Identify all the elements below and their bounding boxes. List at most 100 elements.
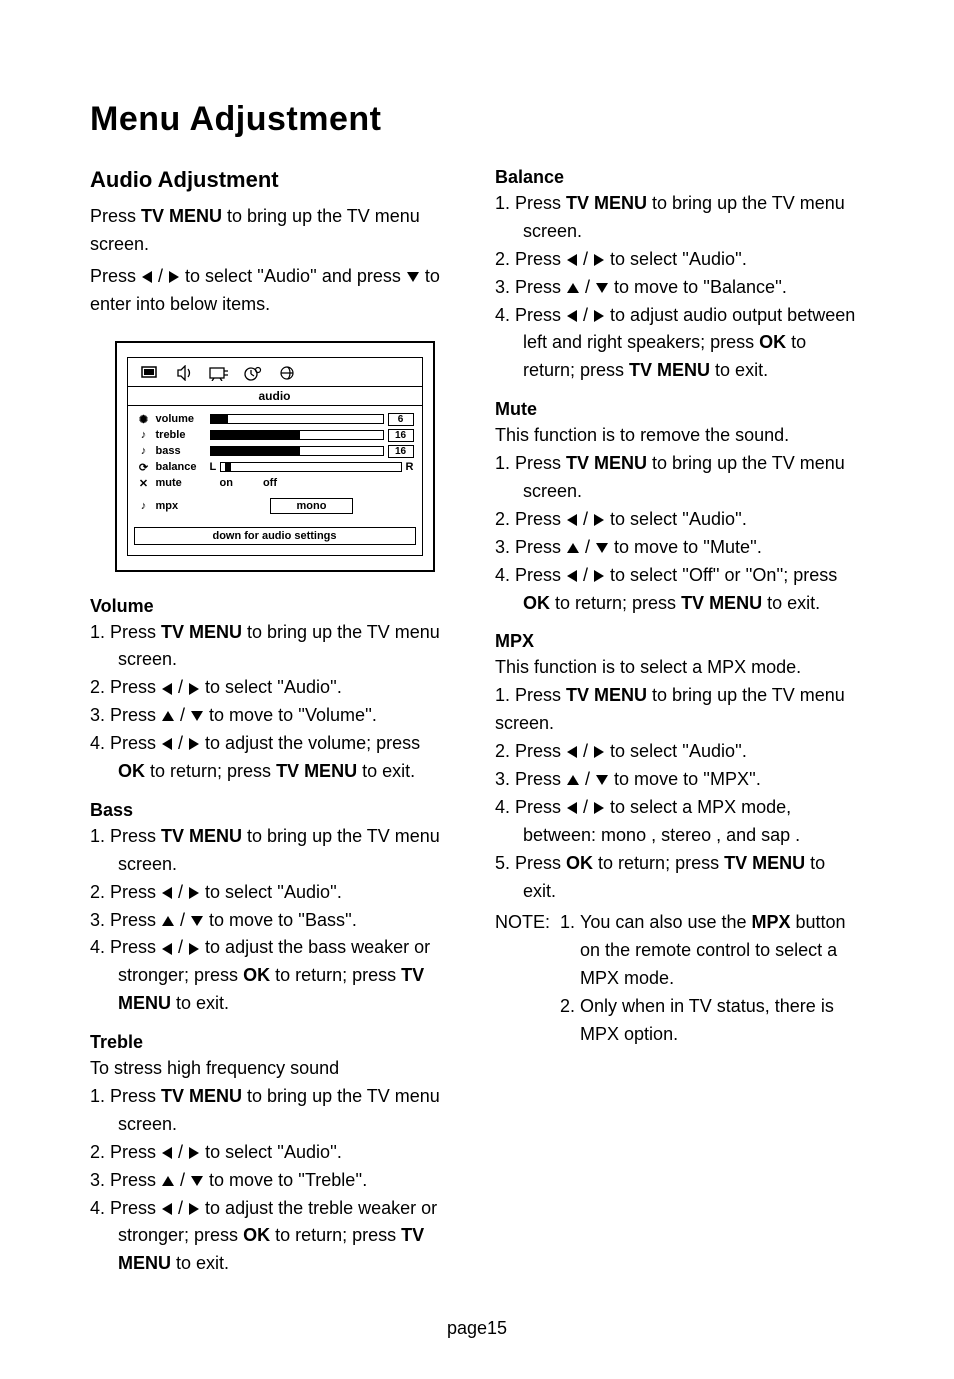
bass-step-1b: screen. bbox=[90, 851, 459, 879]
two-column-layout: Audio Adjustment Press TV MENU to bring … bbox=[90, 167, 864, 1278]
mpx-step-4b: between: mono , stereo , and sap . bbox=[495, 822, 864, 850]
right-arrow-icon bbox=[189, 943, 199, 955]
osd-menu-figure: audio ✺ volume 6 ♪ treble bbox=[115, 341, 435, 572]
osd-row-bass: ♪ bass 16 bbox=[136, 445, 414, 458]
mute-step-3: 3. Press / to move to ''Mute''. bbox=[495, 534, 864, 562]
balance-step-2: 2. Press / to select ''Audio''. bbox=[495, 246, 864, 274]
volume-step-4: 4. Press / to adjust the volume; press bbox=[90, 730, 459, 758]
left-arrow-icon bbox=[142, 271, 152, 283]
right-arrow-icon bbox=[594, 254, 604, 266]
balance-icon: ⟳ bbox=[136, 461, 152, 474]
manual-page: Menu Adjustment Audio Adjustment Press T… bbox=[0, 0, 954, 1379]
balance-step-3: 3. Press / to move to ''Balance''. bbox=[495, 274, 864, 302]
bass-label: bass bbox=[156, 445, 210, 457]
note-2-line-1: Only when in TV status, there is bbox=[580, 993, 864, 1021]
treble-step-4: 4. Press / to adjust the treble weaker o… bbox=[90, 1195, 459, 1223]
volume-step-1b: screen. bbox=[90, 646, 459, 674]
bass-icon: ♪ bbox=[136, 445, 152, 457]
osd-title: audio bbox=[128, 386, 422, 406]
left-arrow-icon bbox=[567, 746, 577, 758]
treble-step-4b: stronger; press OK to return; press TV bbox=[90, 1222, 459, 1250]
left-column: Audio Adjustment Press TV MENU to bring … bbox=[90, 167, 459, 1278]
mute-on: on bbox=[220, 477, 233, 489]
down-arrow-icon bbox=[596, 283, 608, 293]
page-number: page15 bbox=[90, 1318, 864, 1339]
note-label: NOTE: bbox=[495, 909, 560, 937]
balance-step-4c: return; press TV MENU to exit. bbox=[495, 357, 864, 385]
left-arrow-icon bbox=[162, 738, 172, 750]
right-arrow-icon bbox=[594, 514, 604, 526]
balance-label: balance bbox=[156, 461, 210, 473]
right-arrow-icon bbox=[189, 738, 199, 750]
right-column: Balance 1. Press TV MENU to bring up the… bbox=[495, 167, 864, 1278]
right-arrow-icon bbox=[189, 683, 199, 695]
treble-desc: To stress high frequency sound bbox=[90, 1055, 459, 1083]
osd-rows: ✺ volume 6 ♪ treble 1 bbox=[134, 406, 416, 519]
treble-step-4c: MENU to exit. bbox=[90, 1250, 459, 1278]
left-arrow-icon bbox=[567, 802, 577, 814]
up-arrow-icon bbox=[567, 543, 579, 553]
right-arrow-icon bbox=[594, 310, 604, 322]
treble-step-1: 1. Press TV MENU to bring up the TV menu bbox=[90, 1083, 459, 1111]
left-arrow-icon bbox=[567, 570, 577, 582]
balance-step-4: 4. Press / to adjust audio output betwee… bbox=[495, 302, 864, 330]
osd-tab-audio-icon bbox=[174, 364, 196, 382]
up-arrow-icon bbox=[162, 916, 174, 926]
up-arrow-icon bbox=[162, 711, 174, 721]
mpx-step-2: 2. Press / to select ''Audio''. bbox=[495, 738, 864, 766]
bass-bar bbox=[210, 446, 384, 456]
treble-icon: ♪ bbox=[136, 429, 152, 441]
osd-tab-picture-icon bbox=[140, 364, 162, 382]
volume-heading: Volume bbox=[90, 596, 459, 617]
right-arrow-icon bbox=[594, 570, 604, 582]
mpx-step-5b: exit. bbox=[495, 878, 864, 906]
audio-adjustment-heading: Audio Adjustment bbox=[90, 167, 459, 193]
up-arrow-icon bbox=[567, 283, 579, 293]
volume-step-3: 3. Press / to move to ''Volume''. bbox=[90, 702, 459, 730]
right-arrow-icon bbox=[594, 802, 604, 814]
note-1-line-2: on the remote control to select a bbox=[580, 937, 864, 965]
mute-heading: Mute bbox=[495, 399, 864, 420]
mpx-step-3: 3. Press / to move to ''MPX''. bbox=[495, 766, 864, 794]
volume-step-4b: OK to return; press TV MENU to exit. bbox=[90, 758, 459, 786]
left-arrow-icon bbox=[162, 943, 172, 955]
mute-desc: This function is to remove the sound. bbox=[495, 422, 864, 450]
note-2-number: 2. bbox=[560, 993, 580, 1021]
bass-step-4: 4. Press / to adjust the bass weaker or bbox=[90, 934, 459, 962]
balance-heading: Balance bbox=[495, 167, 864, 188]
right-arrow-icon bbox=[594, 746, 604, 758]
mute-step-1b: screen. bbox=[495, 478, 864, 506]
bass-value: 16 bbox=[388, 445, 414, 458]
bass-step-1: 1. Press TV MENU to bring up the TV menu bbox=[90, 823, 459, 851]
note-2-line-2: MPX option. bbox=[580, 1021, 864, 1049]
text: Press bbox=[90, 266, 141, 286]
left-arrow-icon bbox=[162, 1203, 172, 1215]
treble-step-3: 3. Press / to move to ''Treble''. bbox=[90, 1167, 459, 1195]
mpx-note: NOTE: 1. You can also use the MPX button… bbox=[495, 909, 864, 1048]
balance-right-label: R bbox=[406, 461, 414, 473]
mute-off: off bbox=[263, 477, 277, 489]
osd-row-mute: ✕ mute on off bbox=[136, 477, 414, 490]
volume-bar bbox=[210, 414, 384, 424]
right-arrow-icon bbox=[189, 887, 199, 899]
right-arrow-icon bbox=[189, 1147, 199, 1159]
mpx-icon: ♪ bbox=[136, 500, 152, 512]
volume-step-1: 1. Press TV MENU to bring up the TV menu bbox=[90, 619, 459, 647]
text: to select ''Audio'' and press bbox=[180, 266, 406, 286]
mpx-label: mpx bbox=[156, 500, 210, 512]
left-arrow-icon bbox=[567, 254, 577, 266]
right-arrow-icon bbox=[169, 271, 179, 283]
osd-row-mpx: ♪ mpx mono bbox=[136, 498, 414, 514]
balance-left-label: L bbox=[210, 461, 217, 473]
treble-step-2: 2. Press / to select ''Audio''. bbox=[90, 1139, 459, 1167]
balance-track bbox=[220, 462, 401, 472]
mpx-desc: This function is to select a MPX mode. bbox=[495, 654, 864, 682]
left-arrow-icon bbox=[162, 887, 172, 899]
tv-menu-key: TV MENU bbox=[141, 206, 222, 226]
up-arrow-icon bbox=[162, 1176, 174, 1186]
note-1-line-1: You can also use the MPX button bbox=[580, 909, 864, 937]
up-arrow-icon bbox=[567, 775, 579, 785]
treble-bar bbox=[210, 430, 384, 440]
volume-icon: ✺ bbox=[136, 413, 152, 426]
osd-row-balance: ⟳ balance L R bbox=[136, 461, 414, 474]
